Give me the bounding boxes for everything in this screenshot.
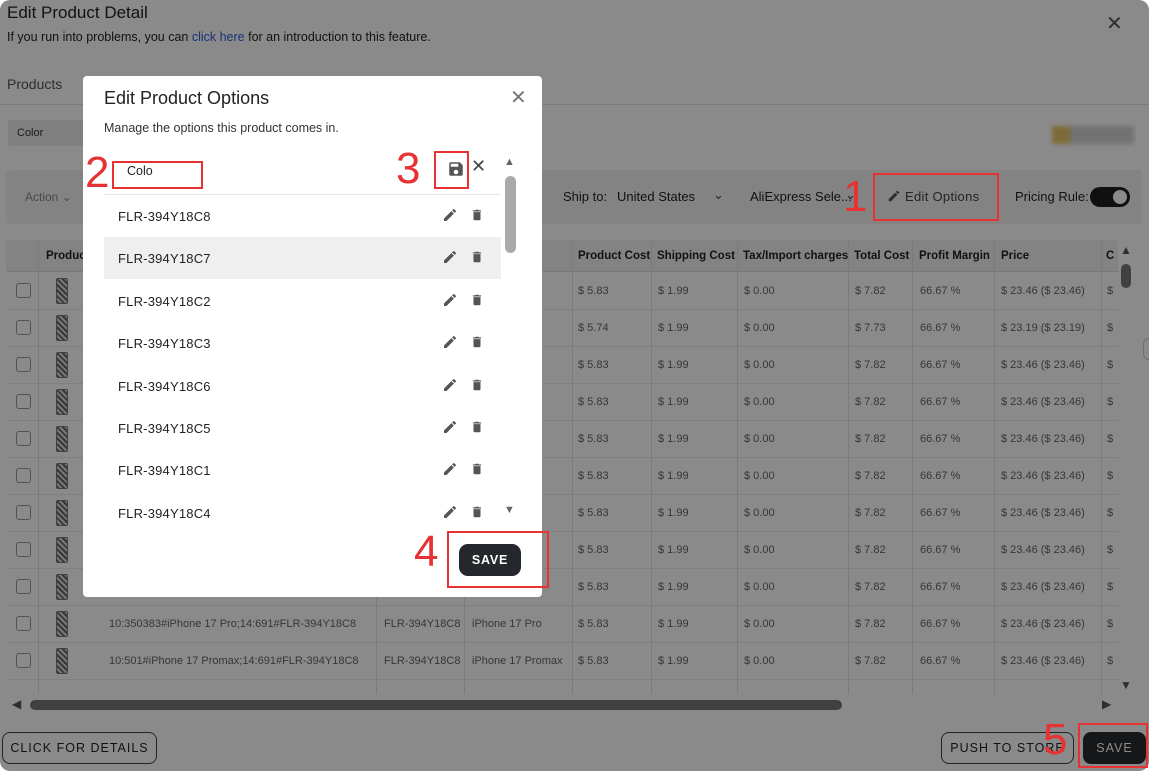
pencil-icon[interactable]	[442, 249, 458, 265]
pencil-icon[interactable]	[442, 207, 458, 223]
option-label: FLR-394Y18C7	[118, 251, 211, 267]
option-item[interactable]: FLR-394Y18C3	[104, 322, 501, 364]
annotation-number-1: 1	[843, 172, 868, 221]
option-label: FLR-394Y18C3	[118, 336, 211, 352]
close-icon[interactable]: ✕	[510, 88, 527, 108]
option-label: FLR-394Y18C2	[118, 293, 211, 309]
option-item[interactable]: FLR-394Y18C6	[104, 365, 501, 407]
trash-icon[interactable]	[470, 504, 484, 520]
pencil-icon[interactable]	[442, 461, 458, 477]
trash-icon[interactable]	[470, 249, 484, 265]
dialog-title: Edit Product Options	[104, 88, 270, 108]
edit-product-options-dialog: Edit Product Options ✕ Manage the option…	[83, 76, 542, 597]
option-label: FLR-394Y18C5	[118, 421, 211, 436]
annotation-box-4	[447, 531, 549, 588]
trash-icon[interactable]	[470, 377, 484, 393]
annotation-number-2: 2	[85, 148, 110, 197]
option-label: FLR-394Y18C4	[118, 505, 211, 521]
option-item[interactable]: FLR-394Y18C4	[104, 492, 501, 534]
option-item[interactable]: FLR-394Y18C5	[104, 407, 501, 449]
options-list: ✕ FLR-394Y18C8 FLR-394Y18C7 FLR-394Y18C2 FL…	[104, 152, 501, 582]
trash-icon[interactable]	[470, 292, 484, 308]
option-label: FLR-394Y18C8	[118, 209, 211, 224]
annotation-box-1	[873, 173, 999, 221]
trash-icon[interactable]	[470, 461, 484, 477]
trash-icon[interactable]	[470, 207, 484, 223]
list-scroll-up-arrow[interactable]: ▲	[504, 156, 515, 168]
annotation-box-3	[434, 151, 469, 189]
list-scroll-down-arrow[interactable]: ▼	[504, 504, 515, 516]
pencil-icon[interactable]	[442, 504, 458, 520]
pencil-icon[interactable]	[442, 377, 458, 393]
option-item[interactable]: FLR-394Y18C1	[104, 449, 501, 491]
option-item[interactable]: FLR-394Y18C2	[104, 280, 501, 322]
trash-icon[interactable]	[470, 419, 484, 435]
annotation-box-5	[1078, 723, 1148, 768]
cancel-icon[interactable]: ✕	[471, 157, 486, 175]
option-label: FLR-394Y18C6	[118, 378, 211, 394]
trash-icon[interactable]	[470, 334, 484, 350]
annotation-number-5: 5	[1043, 715, 1068, 764]
option-label: FLR-394Y18C1	[118, 463, 211, 479]
pencil-icon[interactable]	[442, 334, 458, 350]
pencil-icon[interactable]	[442, 419, 458, 435]
option-item[interactable]: FLR-394Y18C8	[104, 195, 501, 237]
list-scrollbar[interactable]	[505, 176, 516, 253]
dialog-subtitle: Manage the options this product comes in…	[104, 121, 339, 135]
annotation-number-3: 3	[396, 144, 421, 193]
annotation-box-2	[112, 161, 203, 189]
pencil-icon[interactable]	[442, 292, 458, 308]
annotation-number-4: 4	[414, 527, 439, 576]
option-item[interactable]: FLR-394Y18C7	[104, 237, 501, 280]
